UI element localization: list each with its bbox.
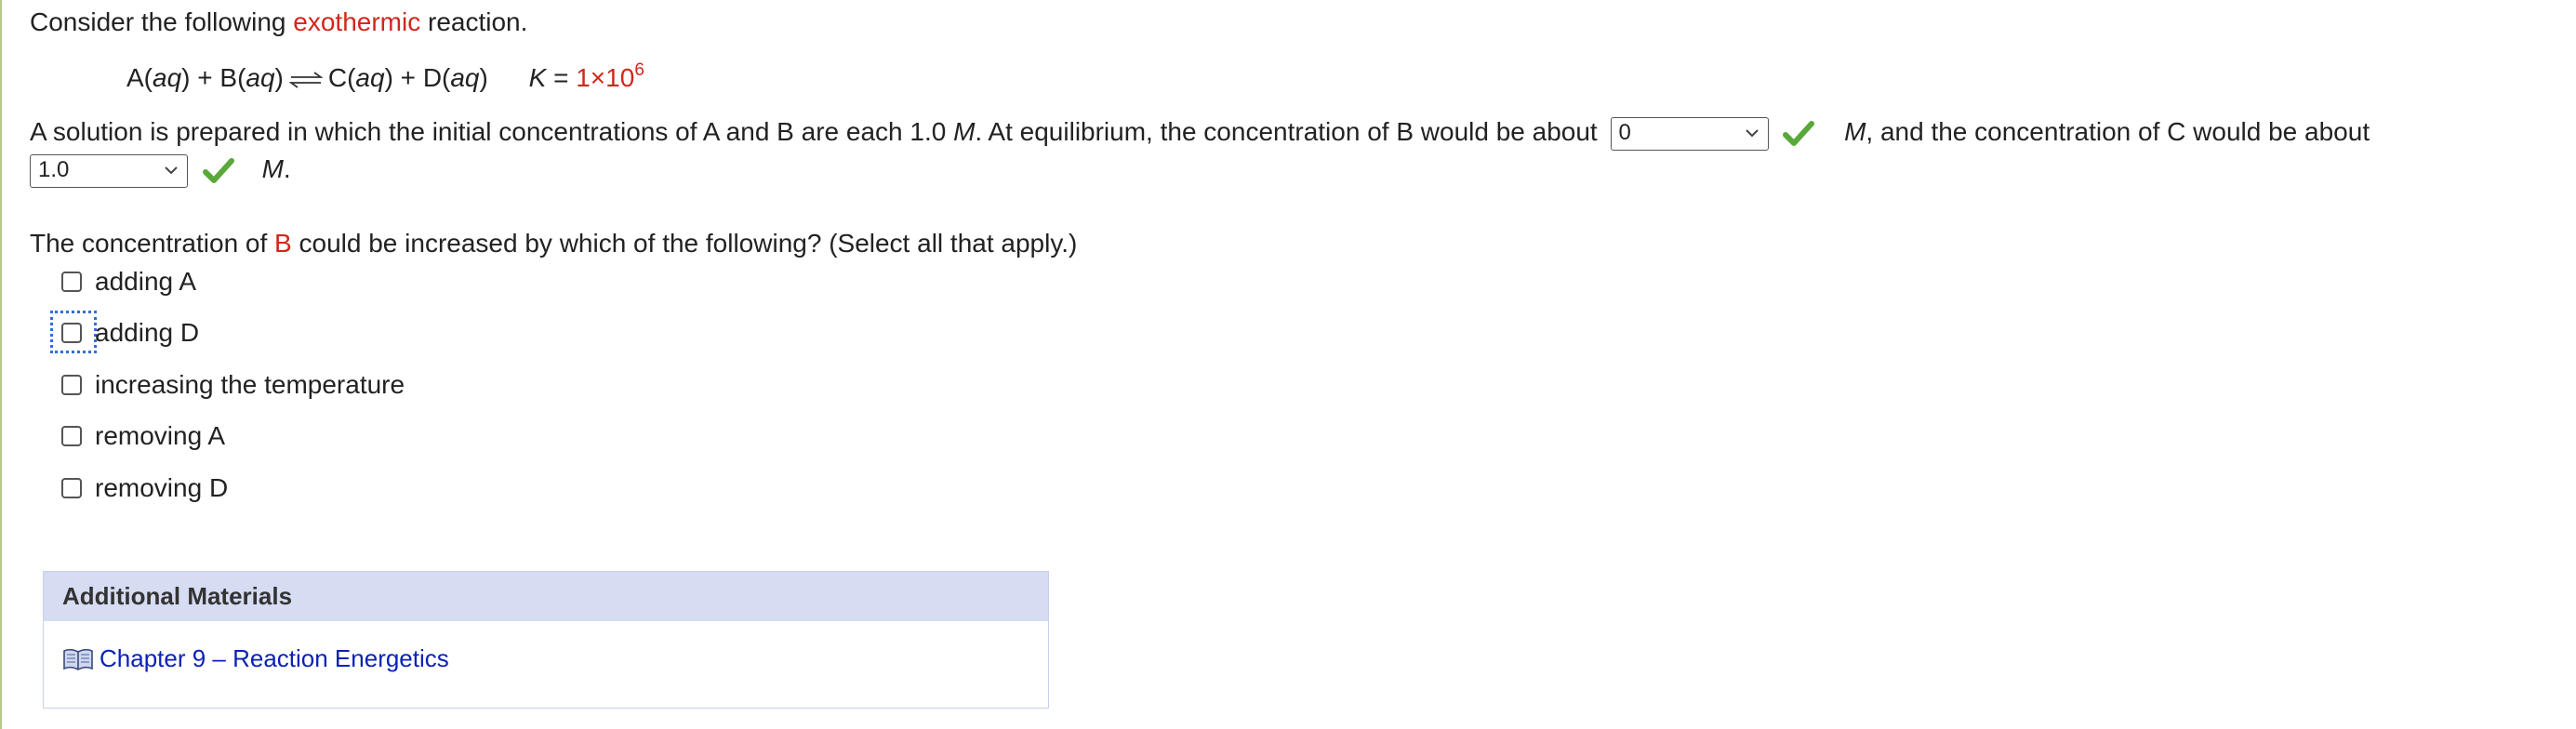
- species-b-keyword: B: [274, 229, 292, 258]
- b-concentration-select[interactable]: 0: [1610, 116, 1769, 151]
- additional-materials-title: Additional Materials: [44, 572, 1048, 621]
- checkbox[interactable]: [61, 375, 82, 395]
- question-2-text: The concentration of B could be increase…: [30, 229, 1078, 258]
- reaction-equation: A(aq) + B(aq) C(aq) + D(aq) K = 1×106: [126, 60, 644, 92]
- k-value: 1×10: [576, 63, 635, 92]
- check-icon: [1783, 120, 1815, 146]
- check-icon: [202, 157, 234, 183]
- checkbox[interactable]: [61, 426, 82, 446]
- checkbox[interactable]: [61, 478, 82, 498]
- chapter-link[interactable]: Chapter 9 – Reaction Energetics: [44, 644, 1048, 673]
- option-adding-d[interactable]: adding D: [61, 314, 199, 351]
- k-exponent: 6: [634, 60, 644, 80]
- intro-text: Consider the following exothermic reacti…: [30, 7, 528, 36]
- c-concentration-select[interactable]: 1.0: [30, 153, 188, 188]
- option-removing-d[interactable]: removing D: [61, 470, 228, 507]
- chevron-down-icon: [165, 166, 178, 175]
- additional-materials-panel: Additional Materials Chapter 9 – Reactio…: [43, 571, 1049, 709]
- checkbox[interactable]: [61, 272, 82, 292]
- paragraph-line-2: 1.0 M.: [30, 151, 291, 188]
- question-left-border: [0, 0, 2, 729]
- exothermic-keyword: exothermic: [293, 7, 421, 36]
- book-icon: [63, 648, 93, 670]
- checkbox[interactable]: [61, 323, 82, 343]
- k-label: K: [528, 63, 547, 92]
- option-removing-a[interactable]: removing A: [61, 418, 225, 455]
- option-adding-a[interactable]: adding A: [61, 263, 196, 300]
- option-increasing-temperature[interactable]: increasing the temperature: [61, 366, 405, 404]
- chevron-down-icon: [1745, 128, 1759, 138]
- paragraph-line-1: A solution is prepared in which the init…: [30, 113, 2370, 151]
- equilibrium-arrows-icon: [288, 71, 323, 88]
